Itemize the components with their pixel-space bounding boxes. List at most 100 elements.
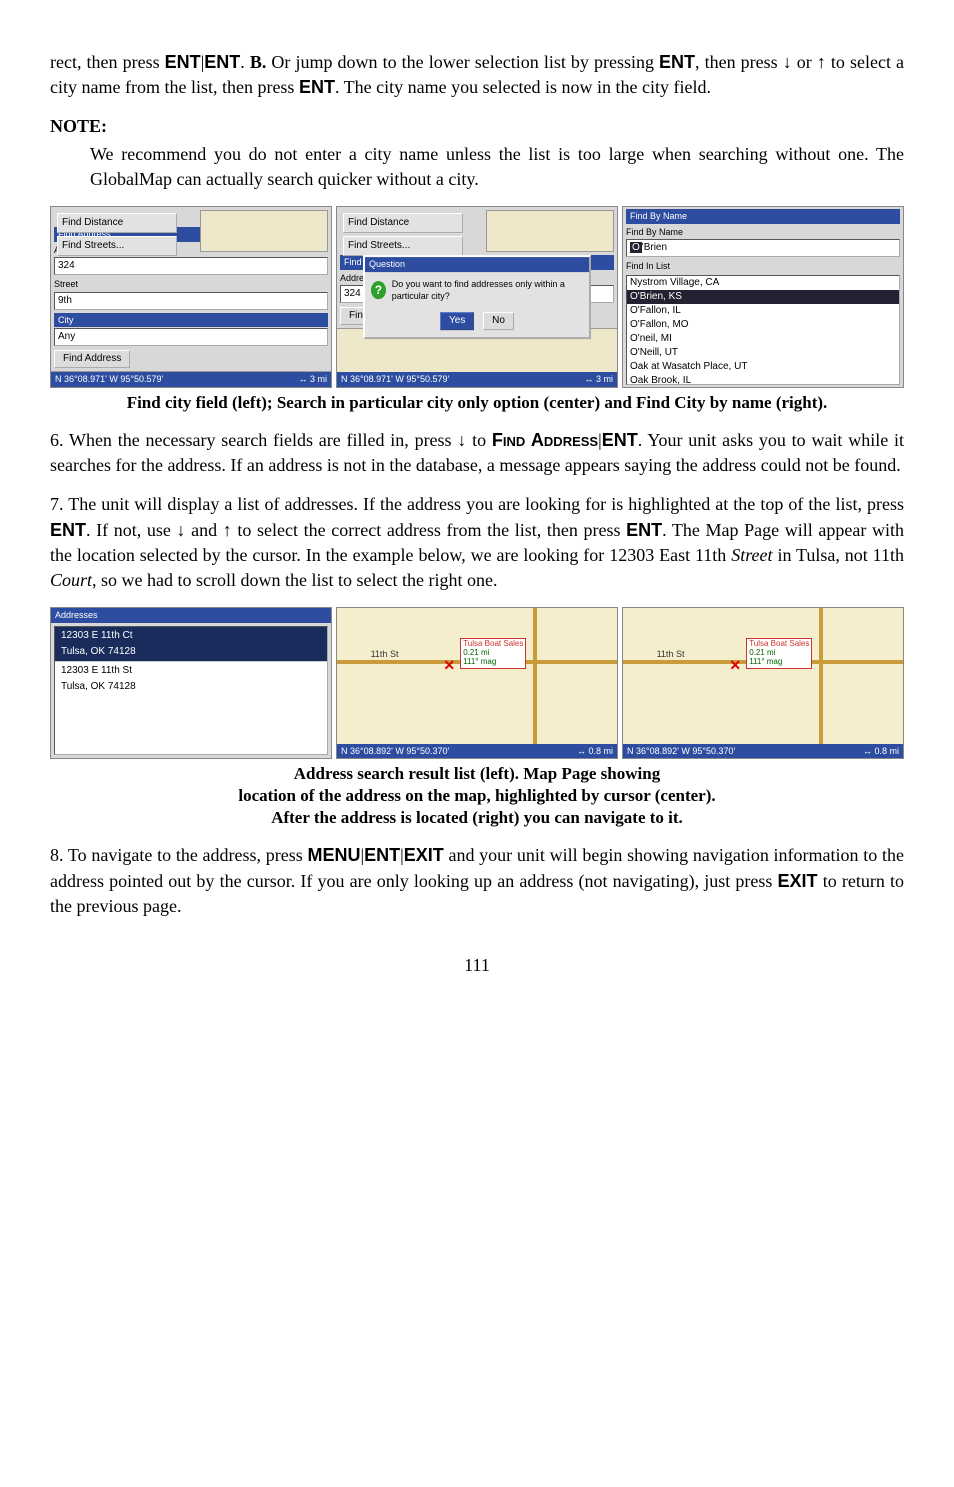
city-list[interactable]: Nystrom Village, CA O'Brien, KS O'Fallon… [626, 275, 900, 385]
menu-find-streets[interactable]: Find Streets... [343, 236, 463, 256]
note-body: We recommend you do not enter a city nam… [50, 142, 904, 192]
map-strip [51, 371, 331, 372]
mini-map [200, 210, 328, 252]
key-ent: ENT [50, 520, 86, 540]
yes-button[interactable]: Yes [440, 312, 474, 330]
text: . If not, use [86, 520, 177, 540]
list-item[interactable]: Oak Brook, IL [627, 374, 899, 385]
screenshot-find-address: Find Distance Find Streets... Find Addre… [50, 206, 332, 388]
caption-1: Find city field (left); Search in partic… [50, 392, 904, 414]
key-ent: ENT [204, 52, 240, 72]
find-address-button[interactable]: Find Address [54, 350, 130, 368]
down-arrow-icon: ↓ [783, 52, 792, 72]
text: Or jump down to the lower selection list… [266, 52, 659, 72]
down-arrow-icon: ↓ [177, 520, 186, 540]
scale: ↔ 0.8 mi [863, 745, 899, 758]
list-item[interactable]: O'Brien, KS [627, 290, 899, 304]
list-item[interactable]: Nystrom Village, CA [627, 276, 899, 290]
text: . [240, 52, 250, 72]
italic-street: Street [731, 545, 772, 565]
text: 6. When the necessary search fields are … [50, 430, 457, 450]
page-number: 111 [50, 953, 904, 978]
screenshot-question-dialog: Find Distance Find Streets... Find Addre… [336, 206, 618, 388]
screenshot-map-center: 11th St ✕ Tulsa Boat Sales 0.21 mi 111° … [336, 607, 618, 759]
down-arrow-icon: ↓ [457, 430, 466, 450]
coords: N 36°08.971' W 95°50.579' [341, 373, 449, 386]
poi-label: Tulsa Boat Sales 0.21 mi 111° mag [460, 638, 526, 668]
input-address[interactable]: 324 [54, 257, 328, 275]
text: or [792, 52, 817, 72]
status-bar: N 36°08.892' W 95°50.370' ↔ 0.8 mi [623, 744, 903, 759]
menu-find-distance[interactable]: Find Distance [343, 213, 463, 233]
text: , so we had to scroll down the list to s… [92, 570, 497, 590]
label-find-in-list: Find In List [626, 260, 900, 273]
caption-2: Address search result list (left). Map P… [50, 763, 904, 829]
key-ent: ENT [659, 52, 695, 72]
section-find-by-name: Find By Name [626, 209, 900, 224]
dialog-title: Question [365, 257, 589, 272]
screenshot-row-2: Addresses 12303 E 11th Ct Tulsa, OK 7412… [50, 607, 904, 759]
screenshot-map-right: 11th St ✕ Tulsa Boat Sales 0.21 mi 111° … [622, 607, 904, 759]
addr-line: 12303 E 11th Ct [58, 628, 324, 644]
list-item[interactable]: Oak at Wasatch Place, UT [627, 360, 899, 374]
cursor-icon: ✕ [443, 656, 455, 676]
list-item[interactable]: O'Neill, UT [627, 346, 899, 360]
addr-line: 12303 E 11th St [58, 663, 324, 679]
text: and [186, 520, 223, 540]
key-exit: EXIT [404, 845, 444, 865]
list-item[interactable]: O'Fallon, IL [627, 304, 899, 318]
text: in Tulsa, not 11th [773, 545, 904, 565]
poi-bearing: 111° mag [463, 657, 496, 666]
note-heading: NOTE: [50, 114, 904, 139]
screenshot-row-1: Find Distance Find Streets... Find Addre… [50, 206, 904, 388]
status-bar: N 36°08.971' W 95°50.579' ↔ 3 mi [337, 372, 617, 387]
list-item[interactable]: 12303 E 11th St Tulsa, OK 74128 [55, 661, 327, 696]
list-item[interactable]: O'neil, MI [627, 332, 899, 346]
italic-court: Court [50, 570, 92, 590]
caption-line: Address search result list (left). Map P… [294, 764, 660, 783]
list-item[interactable]: 12303 E 11th Ct Tulsa, OK 74128 [55, 627, 327, 661]
input-city[interactable]: Any [54, 328, 328, 346]
text: 7. The unit will display a list of addre… [50, 494, 904, 514]
key-exit: EXIT [778, 871, 818, 891]
address-results[interactable]: 12303 E 11th Ct Tulsa, OK 74128 12303 E … [54, 626, 328, 755]
key-ent: ENT [299, 77, 335, 97]
poi-bearing: 111° mag [749, 657, 782, 666]
coords: N 36°08.892' W 95°50.370' [627, 745, 735, 758]
paragraph-8: 8. To navigate to the address, press MEN… [50, 843, 904, 919]
no-button[interactable]: No [483, 312, 514, 330]
coords: N 36°08.971' W 95°50.579' [55, 373, 163, 386]
text: 8. To navigate to the address, press [50, 845, 307, 865]
input-name[interactable]: O'Brien [626, 239, 900, 257]
key-find-address: Find Ad­dress [492, 430, 598, 450]
mini-map [486, 210, 614, 252]
addr-line: Tulsa, OK 74128 [58, 644, 324, 660]
key-ent: ENT [602, 430, 638, 450]
key-menu: MENU [307, 845, 360, 865]
text: to select the correct address from the l… [232, 520, 626, 540]
street-label: 11th St [371, 648, 399, 661]
key-ent: ENT [165, 52, 201, 72]
list-item[interactable]: O'Fallon, MO [627, 318, 899, 332]
poi-name: Tulsa Boat Sales [463, 639, 523, 648]
coords: N 36°08.892' W 95°50.370' [341, 745, 449, 758]
key-ent: ENT [626, 520, 662, 540]
screenshot-address-list: Addresses 12303 E 11th Ct Tulsa, OK 7412… [50, 607, 332, 759]
input-street[interactable]: 9th [54, 292, 328, 310]
question-icon: ? [371, 281, 386, 299]
scale: ↔ 0.8 mi [577, 745, 613, 758]
dialog-text: Do you want to find addresses only withi… [392, 278, 583, 303]
cursor-icon: ✕ [729, 656, 741, 676]
menu-find-distance[interactable]: Find Distance [57, 213, 177, 233]
poi-dist: 0.21 mi [463, 648, 489, 657]
caption-line: location of the address on the map, high… [238, 786, 715, 805]
paragraph-6: 6. When the necessary search fields are … [50, 428, 904, 478]
key-ent: ENT [364, 845, 400, 865]
up-arrow-icon: ↑ [817, 52, 826, 72]
menu-find-streets[interactable]: Find Streets... [57, 236, 177, 256]
label-city: City [54, 313, 328, 328]
step-b-label: B. [250, 52, 267, 72]
screenshot-find-by-name: Find By Name Find By Name O'Brien Find I… [622, 206, 904, 388]
addr-line: Tulsa, OK 74128 [58, 679, 324, 695]
status-bar: N 36°08.971' W 95°50.579' ↔ 3 mi [51, 372, 331, 387]
